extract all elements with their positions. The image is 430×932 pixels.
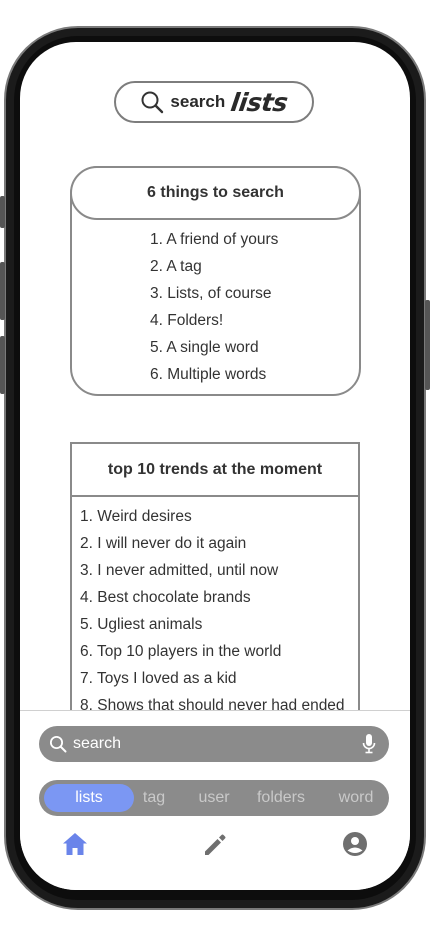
things-list-item: 2. A tag [150, 258, 202, 275]
pill-lists-word: lists [229, 87, 290, 117]
nav-profile[interactable] [340, 829, 370, 859]
things-to-search-card: 6 things to search 1. A friend of yours … [70, 166, 361, 396]
trend-item[interactable]: 1. Weird desires [80, 503, 358, 530]
trend-item[interactable]: 2. I will never do it again [80, 530, 358, 557]
things-list-item: 1. A friend of yours [150, 231, 279, 248]
top-trends-card: top 10 trends at the moment 1. Weird des… [70, 442, 360, 732]
trends-list: 1. Weird desires 2. I will never do it a… [72, 497, 358, 719]
mute-switch [0, 196, 5, 228]
search-scope-segmented-control: lists tag user folders word [39, 780, 389, 816]
things-list-item: 4. Folders! [150, 312, 224, 329]
trend-item[interactable]: 7. Toys I loved as a kid [80, 665, 358, 692]
bottom-panel: search lists tag user folders word [20, 710, 410, 890]
volume-down-button [0, 336, 5, 394]
things-list-item: 6. Multiple words [150, 366, 267, 383]
things-list: 1. A friend of yours 2. A tag 3. Lists, … [150, 226, 278, 388]
volume-up-button [0, 262, 5, 320]
search-placeholder: search [73, 735, 122, 752]
segment-lists[interactable]: lists [44, 784, 134, 812]
trend-item[interactable]: 3. I never admitted, until now [80, 557, 358, 584]
trends-card-title: top 10 trends at the moment [72, 444, 358, 497]
trend-item[interactable]: 5. Ugliest animals [80, 611, 358, 638]
things-list-item: 3. Lists, of course [150, 285, 272, 302]
pencil-icon [205, 834, 226, 855]
segment-folders[interactable]: folders [251, 784, 311, 812]
trend-item[interactable]: 6. Top 10 players in the world [80, 638, 358, 665]
nav-edit[interactable] [200, 829, 230, 859]
screen: search lists 6 things to search 1. A fri… [20, 42, 410, 890]
search-lists-pill[interactable]: search lists [114, 81, 314, 123]
home-icon [63, 833, 87, 855]
microphone-icon[interactable] [361, 733, 377, 755]
search-input[interactable]: search [39, 726, 389, 762]
profile-icon [343, 832, 367, 856]
pill-search-word: search [170, 92, 226, 111]
segment-tag[interactable]: tag [134, 784, 174, 812]
search-icon [141, 91, 164, 114]
trend-item[interactable]: 4. Best chocolate brands [80, 584, 358, 611]
things-list-item: 5. A single word [150, 339, 259, 356]
things-card-title: 6 things to search [70, 166, 361, 220]
power-button [425, 300, 430, 390]
search-icon [49, 735, 67, 753]
segment-user[interactable]: user [189, 784, 239, 812]
nav-home[interactable] [60, 829, 90, 859]
segment-word[interactable]: word [331, 784, 381, 812]
